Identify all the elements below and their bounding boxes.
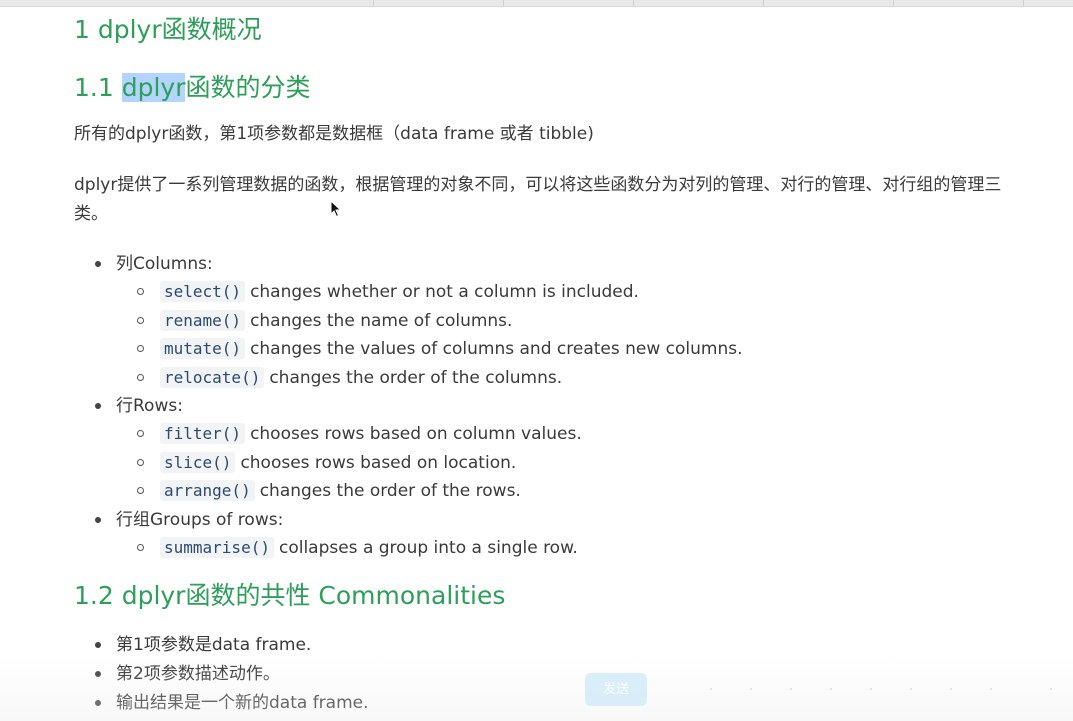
- bullet-icon: [95, 403, 101, 409]
- bullet-icon: [95, 700, 101, 706]
- function-code: select(): [160, 281, 246, 302]
- commonality-text: 第1项参数是data frame.: [116, 635, 312, 655]
- function-code: arrange(): [160, 480, 255, 501]
- circle-bullet-icon: [137, 373, 144, 381]
- paragraph-categories: dplyr提供了一系列管理数据的函数，根据管理的对象不同，可以将这些函数分为对列…: [74, 175, 1002, 224]
- commonality-text: 输出结果是一个新的data frame.: [116, 693, 369, 713]
- list-item-rows: 行Rows:: [74, 392, 743, 420]
- overlay-dots: [710, 688, 1070, 692]
- function-code: slice(): [160, 451, 236, 473]
- tab-divider: [373, 0, 374, 6]
- list-item: rename() changes the name of columns.: [74, 307, 743, 336]
- circle-bullet-icon: [137, 543, 144, 551]
- list-item: 第1项参数是data frame.: [74, 631, 369, 660]
- list-item: relocate() changes the order of the colum…: [74, 364, 743, 393]
- category-label: 行组Groups of rows:: [116, 509, 284, 530]
- circle-bullet-icon: [137, 430, 144, 437]
- circle-bullet-icon: [137, 288, 144, 295]
- list-item: 第2项参数描述动作。: [74, 660, 369, 689]
- category-label: 列Columns:: [116, 254, 213, 274]
- selected-text-highlight[interactable]: dplyr: [121, 73, 186, 102]
- function-description: changes the name of columns.: [250, 310, 513, 331]
- category-label: 行Rows:: [116, 396, 183, 416]
- list-item-columns: 列Columns:: [74, 250, 743, 278]
- function-description: changes whether or not a column is inclu…: [250, 282, 639, 302]
- mouse-pointer-icon: [330, 200, 342, 218]
- list-item: arrange() changes the order of the rows.: [74, 477, 743, 506]
- bullet-icon: [95, 261, 101, 267]
- circle-bullet-icon: [137, 345, 144, 352]
- list-item: select() changes whether or not a column …: [74, 278, 743, 307]
- commonality-text: 第2项参数描述动作。: [116, 664, 280, 684]
- bullet-icon: [95, 642, 101, 648]
- circle-bullet-icon: [137, 316, 144, 324]
- tab-divider: [763, 0, 764, 6]
- list-item: filter() chooses rows based on column val…: [74, 420, 743, 449]
- function-description: chooses rows based on column values.: [250, 424, 582, 444]
- function-description: collapses a group into a single row.: [278, 537, 578, 558]
- list-item: summarise() collapses a group into a sing…: [74, 534, 743, 563]
- heading-text: 函数的分类: [185, 73, 311, 102]
- list-item-groups: 行组Groups of rows:: [74, 506, 743, 534]
- bullet-icon: [95, 516, 101, 523]
- section-heading-1-2: 1.2 dplyr函数的共性 Commonalities: [74, 581, 506, 610]
- category-list: 列Columns: select() changes whether or not…: [74, 250, 743, 562]
- heading-number: 1.1: [74, 73, 122, 102]
- function-code: mutate(): [160, 338, 246, 359]
- tab-divider: [503, 0, 504, 6]
- commonalities-list: 第1项参数是data frame. 第2项参数描述动作。 输出结果是一个新的da…: [74, 631, 369, 718]
- tab-divider: [1023, 0, 1024, 6]
- function-description: chooses rows based on location.: [240, 452, 517, 473]
- section-heading-1: 1 dplyr函数概况: [74, 15, 262, 44]
- function-code: summarise(): [160, 536, 274, 558]
- function-description: changes the order of the columns.: [269, 367, 563, 388]
- tab-divider: [633, 0, 634, 6]
- function-code: filter(): [160, 423, 246, 444]
- browser-top-strip: [0, 0, 1073, 7]
- list-item: mutate() changes the values of columns an…: [74, 335, 743, 364]
- paragraph-intro: 所有的dplyr函数，第1项参数都是数据框（data frame 或者 tibb…: [74, 124, 594, 144]
- circle-bullet-icon: [137, 458, 144, 466]
- list-item: slice() chooses rows based on location.: [74, 449, 743, 478]
- circle-bullet-icon: [137, 487, 144, 494]
- section-heading-1-1: 1.1 dplyr函数的分类: [74, 68, 311, 104]
- list-item: 输出结果是一个新的data frame.: [74, 689, 369, 718]
- bullet-icon: [95, 671, 101, 677]
- tab-divider: [893, 0, 894, 6]
- function-code: relocate(): [160, 366, 265, 388]
- function-code: rename(): [160, 309, 246, 331]
- send-button[interactable]: 发送: [585, 673, 647, 706]
- function-description: changes the values of columns and create…: [250, 339, 743, 359]
- function-description: changes the order of the rows.: [259, 481, 521, 501]
